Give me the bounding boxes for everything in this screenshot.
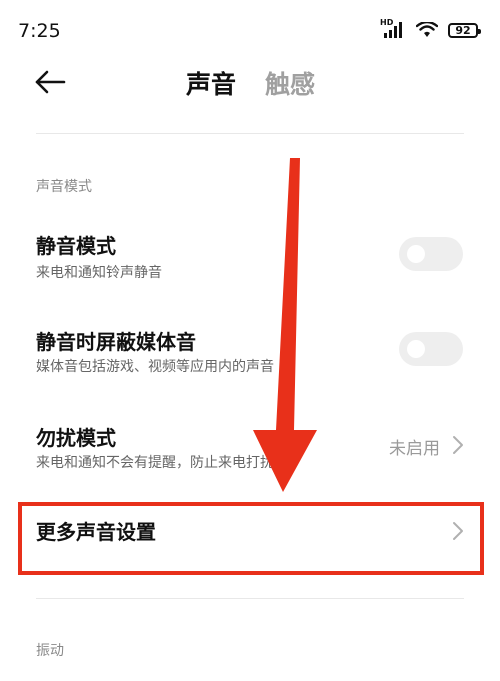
annotation-arrow-icon — [253, 158, 317, 492]
